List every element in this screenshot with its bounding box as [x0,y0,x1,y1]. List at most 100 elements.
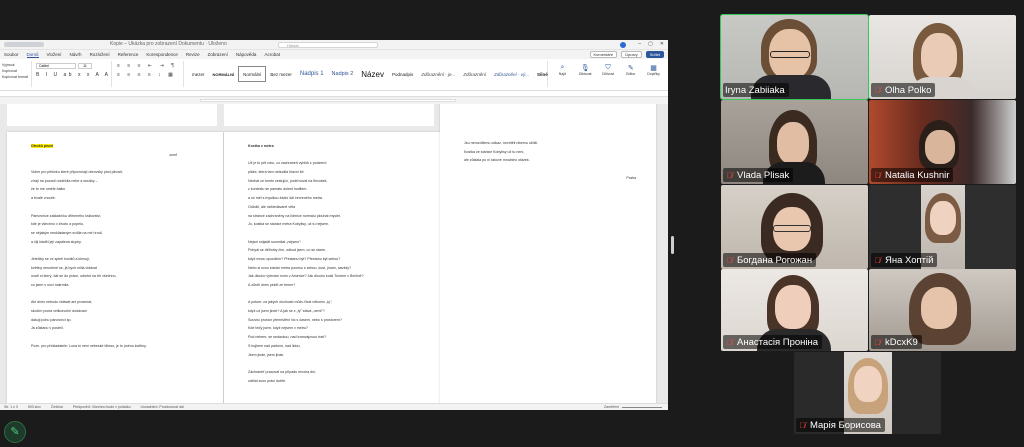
style-podnadpis[interactable]: Podnadpis [388,66,417,82]
participant-nameplate: 🎙̸ Olha Polko [871,83,936,97]
tab-domu[interactable]: Domů [26,52,39,58]
annotate-pencil-button[interactable]: ✎ [4,421,26,443]
tab-soubor[interactable]: Soubor [4,52,19,57]
style-nadpis-2[interactable]: Nadpis 2 [328,66,358,82]
poem-line: Nechal ce tomto cestující, podťrnoval na… [248,178,328,183]
align-buttons[interactable]: ≡ ≡ ≡ ≡ ↕ ▦ [117,72,176,78]
participant-tile[interactable]: 🎙̸ kDcxK9 [869,269,1016,351]
poem-line: Pod nebem, se sedavkou, nad tramvajovou … [248,335,327,340]
focus-mode[interactable]: Zaměření [604,405,619,409]
maximize-button[interactable]: ▢ [648,41,653,47]
participant-name: Natalia Kushnir [885,169,950,181]
poem-line: Jak dlouho vytrvám sním v Americe? Jak d… [248,274,364,279]
zoom-slider[interactable] [622,406,662,408]
panel-resize-handle[interactable] [671,236,674,254]
close-button[interactable]: ✕ [660,41,664,47]
font-format-buttons[interactable]: B I U ab x x A A [36,72,110,78]
accessibility[interactable]: Usnadnění: Prozkoumat dál [141,405,184,409]
poem-line: kde je všechno v životu a popelu, [31,222,84,227]
editing-mode-button[interactable]: Úpravy [621,51,642,58]
participant-tile[interactable]: 🎙̸ Марія Борисова [794,352,941,434]
participant-name: kDcxK9 [885,336,918,348]
mic-muted-icon: 🎙̸ [726,255,733,265]
page-top-strip [224,104,434,126]
clipboard-group: Vyjmout Kopírovat Kopírovat formát [2,61,32,87]
sensitivity-button[interactable]: ⛉ Citlivost [601,63,616,85]
poem-line [31,290,207,299]
style-nadpis-1[interactable]: Nadpis 1 [296,66,328,82]
style-nazev[interactable]: Název [357,66,388,82]
style-silne[interactable]: Silné [533,66,552,82]
style-normalni[interactable]: Normální [238,66,267,82]
participant-nameplate: 🎙̸ kDcxK9 [871,335,922,349]
poem-line: Pozn. pro překladatele: Luna tu není neb… [31,343,147,348]
poem-title: Otroků píseň [31,144,54,148]
poem-line: Já zůstanu v posteli. [31,326,64,331]
mic-muted-icon: 🎙̸ [726,337,733,347]
poem-line: na stránce zachraněny na lidrnice normál… [248,213,341,218]
style-bez-mezer[interactable]: Bez mezer [266,66,296,82]
tab-reference[interactable]: Reference [118,52,139,57]
style-zdurazneni-jemne[interactable]: Zdůraznění - je... [417,66,459,82]
participant-name: Vlada Plisak [737,169,790,181]
poem-title: Kostka z metra [248,144,274,148]
tab-zobrazeni[interactable]: Zobrazení [208,52,228,57]
style-mezer[interactable]: mezer [188,66,209,82]
editor-button[interactable]: ✎ Editor [623,63,638,85]
participant-tile[interactable]: 🎙̸ Natalia Kushnir [869,100,1016,184]
language[interactable]: Čeština [51,405,63,409]
poem-line: Nebo si svou stanici metra ponesu s sebo… [248,265,352,270]
list-buttons[interactable]: ≡ ≡ ≡ ⇤ ⇥ ¶ [117,63,177,69]
participant-tile[interactable]: Iryna Zabiiaka [720,14,869,100]
document-canvas[interactable]: Otroků píseň zumf Vidím pro pěšinku kter… [0,104,668,403]
participant-nameplate: 🎙̸ Богдана Рогожан [723,253,817,267]
style-zdurazneni[interactable]: Zdůraznění [459,66,490,82]
window-controls: – ▢ ✕ [638,41,664,47]
comments-button[interactable]: Komentáře [589,51,618,58]
minimize-button[interactable]: – [638,41,641,47]
poem-line: zírají na pozadí rozkřídla nebe a doušky… [31,178,98,183]
style-zdurazneni-vyrazne[interactable]: Zdůraznění - vý... [490,66,533,82]
poem-line: Už je to pět roku, co zachraneň vyhlidí … [248,161,327,166]
document-page-3[interactable]: Jsu nerozdílemu odkaz, nechtěli nikemu u… [440,104,656,403]
participant-tile[interactable]: 🎙̸ Vlada Plisak [721,100,868,184]
poem-line: Ale dnes nebudu vidávat ani prosenat, [31,300,93,305]
share-button[interactable]: Sdílet [645,51,664,58]
participant-tile[interactable]: 🎙̸ Яна Хоптій [869,185,1016,269]
document-page-2[interactable]: Kostka z metra Už je to pět roku, co zac… [224,132,440,403]
dictate-button[interactable]: 🎙 Diktovat [578,63,593,85]
tab-navrh[interactable]: Návrh [70,52,82,57]
page-count[interactable]: Str. 1 z 3 [4,405,18,409]
shared-screen-word[interactable]: Kopie – Ukázka pro zobrazení Dokumentu ·… [0,40,668,410]
search-box[interactable]: Hledat [278,42,378,48]
meeting-window: Kopie – Ukázka pro zobrazení Dokumentu ·… [0,0,1024,447]
poem-line: Souvisí prostor přemístění nic s časem, … [248,317,342,322]
poem-line: S bojkem nad parkem, nad lidou, [248,343,301,348]
document-page-1[interactable]: Otroků píseň zumf Vidím pro pěšinku kter… [7,132,223,403]
format-painter-button[interactable]: Kopírovat formát [2,74,31,80]
poem-line: uvaří si který, dát se do práce, odnést … [31,274,117,279]
find-button[interactable]: ⌕ Najít [555,63,570,85]
tab-napoveda[interactable]: Nápověda [236,52,257,57]
font-size-select[interactable]: 11 [78,63,92,69]
participant-tile[interactable]: 🎙̸ Богдана Рогожан [721,185,868,269]
tab-revize[interactable]: Revize [186,52,200,57]
quick-access-toolbar[interactable] [4,42,44,47]
text-predictions[interactable]: Předpověď: Všechno bude v pořádku [73,405,131,409]
search-icon: ⌕ [560,63,565,71]
tab-rozlozeni[interactable]: Rozložení [90,52,110,57]
poem-line: co jsem v noci nakrmila. [31,283,70,287]
participant-tile[interactable]: 🎙̸ Olha Polko [869,15,1016,99]
font-name-select[interactable]: Calibri [36,63,76,69]
poem-line [248,290,424,299]
tab-korespondence[interactable]: Korespondence [146,52,178,57]
style-normalni-caps[interactable]: NORMÁLNÍ [209,66,239,82]
addins-button[interactable]: ▦ Doplňky [646,63,661,85]
participant-tile[interactable]: 🎙̸ Анастасія Проніна [721,269,868,351]
participant-name: Iryna Zabiiaka [725,84,785,96]
account-avatar[interactable] [620,42,626,48]
pen-icon: ✎ [627,64,634,72]
tab-acrobat[interactable]: Acrobat [264,52,280,57]
tab-vlozeni[interactable]: Vložení [47,52,62,57]
word-count[interactable]: 593 slov [28,405,41,409]
